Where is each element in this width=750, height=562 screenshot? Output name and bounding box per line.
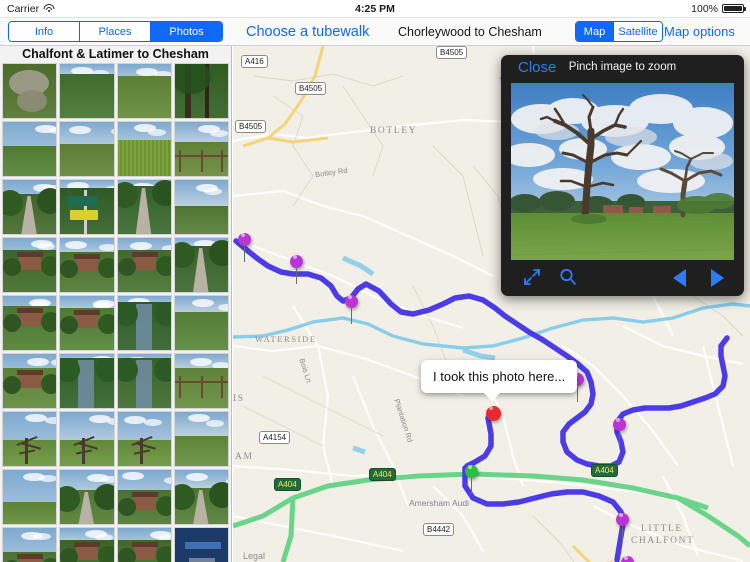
route-start-pin[interactable] (465, 463, 478, 494)
place-label: BOTLEY (370, 126, 418, 136)
photo-thumbnail[interactable] (2, 353, 58, 409)
photo-pin[interactable] (621, 554, 634, 562)
choose-tubewalk-button[interactable]: Choose a tubewalk (246, 24, 369, 40)
pinch-hint-label: Pinch image to zoom (568, 61, 677, 73)
photo-thumbnail[interactable] (173, 179, 229, 235)
road-shield: B4442 (423, 523, 455, 536)
photo-thumbnail[interactable] (173, 121, 229, 177)
tab-satellite[interactable]: Satellite (614, 22, 662, 41)
photo-thumbnail[interactable] (59, 295, 115, 351)
road-shield: A404 (591, 464, 618, 477)
selected-photo-pin[interactable] (486, 404, 501, 421)
previous-arrow-icon[interactable] (673, 269, 686, 287)
photo-viewer-toolbar[interactable] (501, 260, 744, 296)
road-shield: B4505 (235, 120, 267, 133)
road-name-label: Legal (243, 551, 266, 561)
battery-icon (722, 3, 747, 14)
photo-thumbnail[interactable] (59, 353, 115, 409)
photo-pin[interactable] (238, 231, 251, 262)
photo-thumbnail[interactable] (59, 469, 115, 525)
photo-thumbnail[interactable] (59, 411, 115, 467)
photo-pin[interactable] (290, 253, 303, 284)
photo-thumbnail[interactable] (59, 121, 115, 177)
photo-thumbnail[interactable] (2, 411, 58, 467)
photo-thumbnail[interactable] (173, 353, 229, 409)
photo-thumbnail[interactable] (173, 63, 229, 119)
app-window: Carrier 4:25 PM 100% Info Places Photos … (0, 0, 750, 562)
panel-mode-segmented-control[interactable]: Info Places Photos (8, 21, 223, 42)
photo-thumbnail[interactable] (2, 179, 58, 235)
photo-pin[interactable] (613, 416, 626, 447)
road-shield: A404 (369, 468, 396, 481)
photo-thumbnail[interactable] (116, 411, 172, 467)
sidebar-title: Chalfont & Latimer to Chesham (0, 46, 231, 63)
photo-thumbnail[interactable] (173, 527, 229, 562)
photo-thumbnail[interactable] (2, 121, 58, 177)
place-label: CHALFONT (631, 536, 695, 546)
photo-thumbnail[interactable] (116, 527, 172, 562)
tab-places[interactable]: Places (80, 22, 151, 41)
tab-info[interactable]: Info (9, 22, 80, 41)
road-shield: B4505 (295, 82, 327, 95)
photo-thumbnail[interactable] (59, 179, 115, 235)
photo-thumbnail[interactable] (2, 237, 58, 293)
photo-thumbnail[interactable] (59, 63, 115, 119)
photo-pin[interactable] (345, 293, 358, 324)
road-name-label: Amersham Audi (409, 498, 469, 508)
photo-thumbnail[interactable] (116, 121, 172, 177)
photo-thumbnail[interactable] (116, 237, 172, 293)
status-bar: Carrier 4:25 PM 100% (0, 0, 750, 18)
place-label: WATERSIDE (255, 334, 317, 344)
expand-icon[interactable] (523, 268, 541, 291)
place-label: AM (235, 452, 254, 462)
walk-title: Chorleywood to Chesham (398, 24, 542, 39)
tab-map[interactable]: Map (576, 22, 614, 41)
photo-thumbnail[interactable] (116, 353, 172, 409)
photo-thumbnail[interactable] (116, 469, 172, 525)
photo-thumbnail[interactable] (59, 237, 115, 293)
map-callout-bubble[interactable]: I took this photo here... (421, 360, 578, 401)
photo-thumbnail[interactable] (2, 63, 58, 119)
road-shield: A4154 (259, 431, 291, 444)
place-label: IS (233, 394, 245, 404)
road-shield: B4505 (436, 46, 468, 59)
photo-thumbnail[interactable] (173, 469, 229, 525)
photo-thumbnail[interactable] (2, 295, 58, 351)
clock-label: 4:25 PM (355, 2, 395, 15)
photo-viewer-header: Close Pinch image to zoom (501, 55, 744, 83)
map-options-button[interactable]: Map options (664, 24, 735, 39)
photo-thumbnail[interactable] (2, 527, 58, 562)
callout-text: I took this photo here... (433, 369, 566, 384)
photo-grid[interactable] (0, 63, 231, 562)
photo-pin[interactable] (616, 511, 629, 542)
photo-thumbnail[interactable] (116, 295, 172, 351)
next-arrow-icon[interactable] (711, 269, 724, 287)
photo-thumbnail[interactable] (59, 527, 115, 562)
status-bar-right: 100% (691, 2, 747, 15)
road-shield: A404 (274, 478, 301, 491)
photo-thumbnail[interactable] (116, 63, 172, 119)
photo-thumbnail[interactable] (116, 179, 172, 235)
map-type-segmented-control[interactable]: Map Satellite (575, 21, 663, 42)
top-toolbar: Info Places Photos Choose a tubewalk Cho… (0, 18, 750, 46)
tab-photos[interactable]: Photos (151, 22, 222, 41)
photo-thumbnail[interactable] (173, 295, 229, 351)
road-shield: A416 (241, 55, 268, 68)
battery-percent-label: 100% (691, 2, 718, 15)
photo-thumbnail[interactable] (2, 469, 58, 525)
place-label: LITTLE (641, 524, 683, 534)
photos-sidebar[interactable]: Chalfont & Latimer to Chesham (0, 46, 232, 562)
photo-viewer-modal[interactable]: Close Pinch image to zoom (501, 55, 744, 296)
photo-thumbnail[interactable] (173, 411, 229, 467)
photo-viewer-image[interactable] (511, 83, 734, 260)
photo-thumbnail[interactable] (173, 237, 229, 293)
search-icon[interactable] (559, 268, 577, 291)
